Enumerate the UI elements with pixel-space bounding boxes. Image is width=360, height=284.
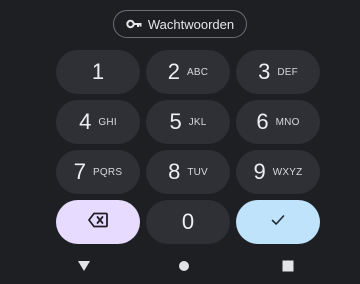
- key-0[interactable]: 0: [146, 200, 230, 244]
- key-digit: 8: [168, 159, 181, 184]
- key-letters: WXYZ: [272, 166, 303, 178]
- backspace-icon: [88, 212, 108, 233]
- key-digit: 4: [79, 109, 92, 134]
- key-digit: 0: [181, 209, 195, 234]
- key-icon: [126, 19, 142, 29]
- key-digit: 7: [73, 159, 87, 184]
- confirm-key[interactable]: [236, 200, 320, 244]
- key-3[interactable]: 3 DEF: [236, 50, 320, 94]
- key-6[interactable]: 6 MNO: [236, 100, 320, 144]
- key-digit: 2: [167, 59, 181, 84]
- numeric-keypad: 1 2 ABC 3 DEF 4 GHI 5 JKL 6 MNO 7 PQRS 8…: [56, 50, 320, 244]
- key-digit: 3: [258, 59, 271, 84]
- key-digit: 6: [256, 109, 269, 134]
- key-4[interactable]: 4 GHI: [56, 100, 140, 144]
- key-7[interactable]: 7 PQRS: [56, 150, 140, 194]
- key-2[interactable]: 2 ABC: [146, 50, 230, 94]
- key-5[interactable]: 5 JKL: [146, 100, 230, 144]
- backspace-key[interactable]: [56, 200, 140, 244]
- key-letters: DEF: [277, 66, 298, 78]
- passwords-chip[interactable]: Wachtwoorden: [112, 10, 248, 38]
- back-triangle-icon: [77, 259, 91, 277]
- key-9[interactable]: 9 WXYZ: [236, 150, 320, 194]
- key-letters: MNO: [275, 116, 300, 128]
- checkmark-icon: [271, 213, 285, 231]
- key-letters: PQRS: [93, 166, 123, 178]
- recents-square-icon: [282, 259, 294, 277]
- navigation-bar: [0, 252, 360, 284]
- suggestion-bar: Wachtwoorden: [0, 0, 360, 48]
- key-letters: TUV: [187, 166, 208, 178]
- key-letters: JKL: [188, 116, 207, 128]
- key-letters: ABC: [187, 66, 209, 78]
- passwords-chip-label: Wachtwoorden: [147, 16, 235, 32]
- home-circle-icon: [178, 259, 190, 277]
- key-letters: GHI: [98, 116, 117, 128]
- key-8[interactable]: 8 TUV: [146, 150, 230, 194]
- recents-button[interactable]: [274, 252, 302, 284]
- key-digit: 9: [253, 159, 266, 184]
- home-button[interactable]: [170, 252, 198, 284]
- back-button[interactable]: [70, 252, 98, 284]
- key-1[interactable]: 1: [56, 50, 140, 94]
- key-digit: 1: [91, 59, 105, 84]
- key-digit: 5: [169, 109, 182, 134]
